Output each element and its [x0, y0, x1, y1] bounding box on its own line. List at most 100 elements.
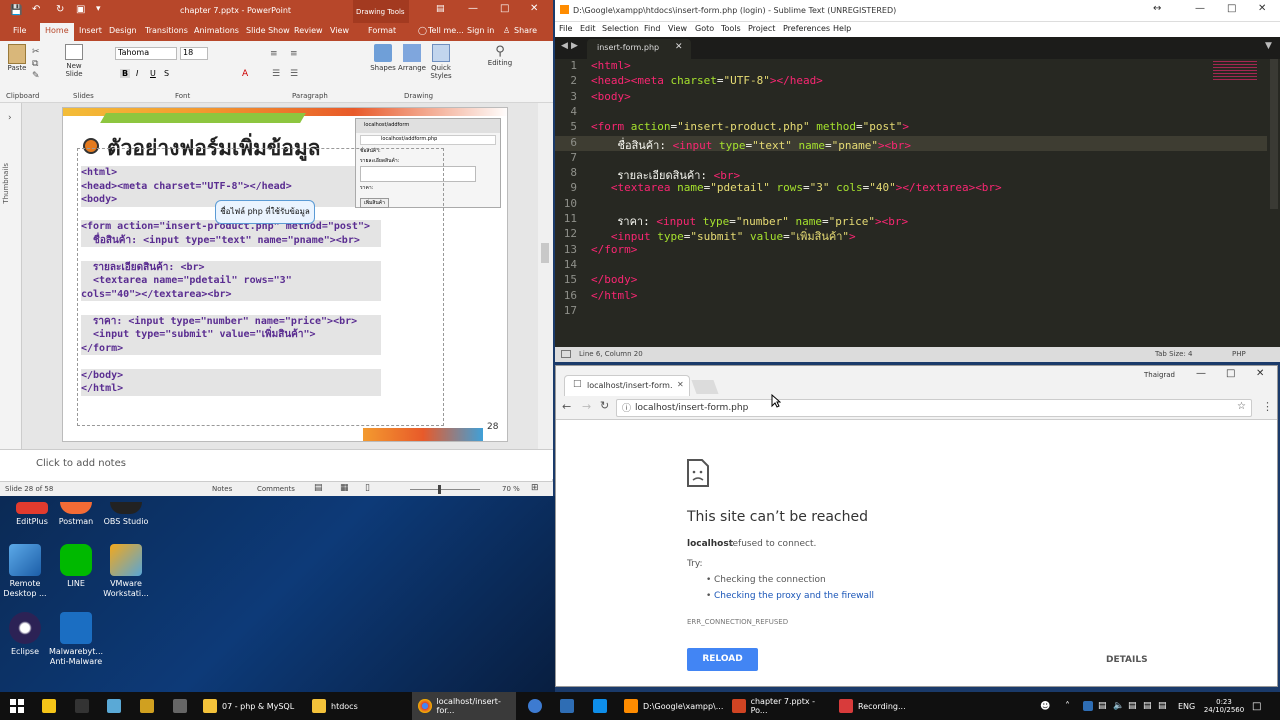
back-icon[interactable]: ←: [562, 400, 571, 413]
menu-view[interactable]: View: [668, 24, 687, 33]
slide-scrollbar[interactable]: [538, 103, 553, 449]
zoom-level[interactable]: 70 %: [502, 485, 520, 493]
tray-icon-c[interactable]: ▤: [1158, 692, 1167, 720]
new-tab-button[interactable]: [691, 380, 719, 394]
fit-slide-icon[interactable]: ⊞: [531, 483, 539, 493]
undo-icon[interactable]: ↶: [32, 4, 40, 15]
chrome-tab-active[interactable]: □ localhost/insert-form.php ✕: [564, 375, 690, 396]
reload-icon[interactable]: ↻: [600, 399, 609, 412]
network-icon[interactable]: ▤: [1098, 692, 1107, 720]
taskbar-powerpoint[interactable]: chapter 7.pptx - Po...: [728, 692, 832, 720]
taskbar-pin-tool[interactable]: [140, 692, 159, 720]
tab-transitions[interactable]: Transitions: [145, 26, 188, 35]
arrange-button[interactable]: Arrange: [398, 44, 426, 72]
maximize-button[interactable]: □: [1226, 368, 1235, 379]
close-button[interactable]: ✕: [1256, 368, 1264, 379]
taskbar-pin-3[interactable]: [560, 692, 579, 720]
sublime-editor[interactable]: 1 2 3 4 5 6 7 8 9 10 11 12 13 14 15 16 17 <html> <head><…: [555, 59, 1280, 347]
taskbar-pin-k[interactable]: [75, 692, 94, 720]
taskbar-chrome[interactable]: localhost/insert-for...: [412, 692, 516, 720]
desktop-icon-vmware[interactable]: VMware Workstati...: [94, 544, 158, 599]
shapes-button[interactable]: Shapes: [370, 44, 396, 72]
tab-animations[interactable]: Animations: [194, 26, 239, 35]
align-left-icon[interactable]: ☰: [272, 69, 280, 79]
repeat-icon[interactable]: ↻: [56, 4, 64, 15]
omnibox[interactable]: ⓘ localhost/insert-form.php ☆: [616, 399, 1252, 417]
tab-home[interactable]: Home: [40, 23, 74, 41]
info-icon[interactable]: ⓘ: [622, 401, 631, 414]
desktop-icon-malwarebytes[interactable]: Malwarebyt... Anti-Malware: [44, 612, 108, 667]
editing-button[interactable]: ⚲ Editing: [485, 44, 515, 67]
share-button[interactable]: Share: [514, 26, 537, 35]
taskbar-pin-user[interactable]: [528, 692, 547, 720]
volume-icon[interactable]: 🔈: [1113, 692, 1124, 720]
taskbar-pin-notepad[interactable]: [107, 692, 126, 720]
suggestion-proxy-link[interactable]: Checking the proxy and the firewall: [714, 591, 874, 601]
tab-insert[interactable]: Insert: [79, 26, 102, 35]
quick-styles-button[interactable]: Quick Styles: [428, 44, 454, 80]
close-button[interactable]: ✕: [530, 3, 538, 14]
clock[interactable]: 0:23 24/10/2560: [1204, 692, 1244, 720]
tab-view[interactable]: View: [330, 26, 349, 35]
cut-icon[interactable]: ✂: [32, 47, 40, 57]
scroll-thumb[interactable]: [541, 243, 549, 263]
taskbar-pin-teamviewer[interactable]: [593, 692, 612, 720]
normal-view-icon[interactable]: ▤: [314, 483, 323, 493]
tab-insert-form[interactable]: insert-form.php ✕: [587, 39, 691, 59]
tray-chevron-icon[interactable]: ˄: [1065, 692, 1070, 720]
ribbon-display-icon[interactable]: ▤: [436, 4, 445, 14]
profile-name[interactable]: Thaigrad: [1144, 371, 1175, 379]
syntax-mode[interactable]: PHP: [1232, 350, 1246, 358]
minimize-button[interactable]: —: [1196, 368, 1206, 379]
menu-help[interactable]: Help: [833, 24, 851, 33]
menu-project[interactable]: Project: [748, 24, 775, 33]
taskbar-folder-php[interactable]: 07 - php & MySQL: [203, 692, 303, 720]
minimize-button[interactable]: —: [468, 3, 478, 14]
tab-file[interactable]: File: [13, 26, 26, 35]
menu-find[interactable]: Find: [644, 24, 660, 33]
shadow-button[interactable]: S: [164, 69, 169, 78]
menu-edit[interactable]: Edit: [580, 24, 596, 33]
taskbar-pin-calculator[interactable]: [173, 692, 192, 720]
reload-button[interactable]: RELOAD: [687, 648, 758, 671]
taskbar-folder-htdocs[interactable]: htdocs: [312, 692, 402, 720]
tab-slide-show[interactable]: Slide Show: [246, 26, 290, 35]
save-icon[interactable]: 💾: [10, 5, 22, 16]
close-tab-icon[interactable]: ✕: [677, 380, 684, 389]
slide-sorter-icon[interactable]: ▦: [340, 483, 349, 493]
minimap[interactable]: [1213, 61, 1257, 81]
tab-size[interactable]: Tab Size: 4: [1155, 350, 1192, 358]
panel-toggle-icon[interactable]: [561, 350, 571, 358]
font-name-box[interactable]: Tahoma: [115, 47, 177, 60]
numbering-icon[interactable]: ≡: [290, 49, 298, 59]
customize-qat-icon[interactable]: ▾: [96, 4, 101, 14]
selection-frame[interactable]: [77, 148, 444, 426]
underline-button[interactable]: U: [150, 69, 156, 78]
tray-icon-a[interactable]: ▤: [1128, 692, 1137, 720]
taskbar-sublime[interactable]: D:\Google\xampp\...: [620, 692, 724, 720]
tab-nav-left-icon[interactable]: ◀: [561, 41, 568, 51]
maximize-button[interactable]: □: [500, 3, 509, 14]
input-language[interactable]: ENG: [1178, 692, 1195, 720]
menu-icon[interactable]: ⋮: [1262, 400, 1273, 413]
start-button[interactable]: [10, 692, 30, 720]
desktop-icon-obs[interactable]: OBS Studio: [94, 502, 158, 527]
new-slide-button[interactable]: New Slide: [60, 44, 88, 78]
thumbnails-pane[interactable]: › Thumbnails: [0, 103, 22, 449]
zoom-slider[interactable]: [410, 489, 480, 490]
tab-list-icon[interactable]: ▼: [1265, 41, 1272, 51]
close-button[interactable]: ✕: [1258, 3, 1266, 14]
tab-review[interactable]: Review: [294, 26, 323, 35]
menu-goto[interactable]: Goto: [695, 24, 714, 33]
menu-preferences[interactable]: Preferences: [783, 24, 830, 33]
font-color-button[interactable]: A: [242, 69, 248, 79]
forward-icon[interactable]: →: [582, 400, 591, 413]
expand-thumbnails-icon[interactable]: ›: [8, 113, 12, 123]
menu-file[interactable]: File: [559, 24, 572, 33]
taskbar-recording[interactable]: Recording...: [835, 692, 933, 720]
tab-format[interactable]: Format: [368, 26, 396, 35]
reading-view-icon[interactable]: ▯: [365, 483, 370, 493]
copy-icon[interactable]: ⧉: [32, 59, 38, 69]
tell-me-box[interactable]: Tell me...: [428, 26, 464, 35]
font-size-box[interactable]: 18: [180, 47, 208, 60]
